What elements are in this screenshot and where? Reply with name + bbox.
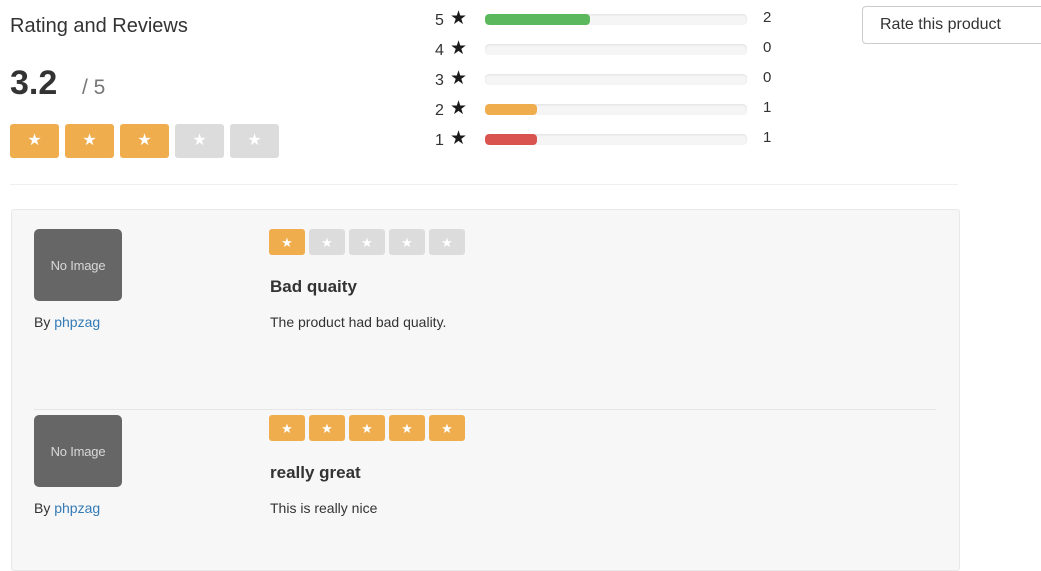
star-icon: ★ — [10, 124, 59, 158]
breakdown-bar-fill — [485, 104, 538, 115]
breakdown-row: 2 ★ 1 — [430, 98, 790, 128]
review-author: By phpzag — [34, 314, 100, 330]
author-link[interactable]: phpzag — [54, 314, 100, 330]
breakdown-row: 1 ★ 1 — [430, 128, 790, 158]
review-stars: ★ ★ ★ ★ ★ — [269, 415, 465, 441]
breakdown-count: 2 — [763, 9, 772, 26]
breakdown-row: 4 ★ 0 — [430, 38, 790, 68]
breakdown-star-label: 2 — [435, 102, 444, 119]
breakdown-bar-track — [485, 104, 747, 115]
breakdown-count: 1 — [763, 129, 772, 146]
breakdown-row: 3 ★ 0 — [430, 68, 790, 98]
avatar: No Image — [34, 229, 122, 301]
author-link[interactable]: phpzag — [54, 500, 100, 516]
breakdown-bar-fill — [485, 134, 538, 145]
section-title: Rating and Reviews — [10, 15, 188, 37]
star-icon: ★ — [450, 128, 468, 149]
review-text: This is really nice — [270, 500, 378, 516]
reviews-list: No Image By phpzag ★ ★ ★ ★ ★ Bad quaity The prod… — [11, 209, 960, 571]
star-icon: ★ — [309, 415, 345, 441]
breakdown-bar-track — [485, 134, 747, 145]
star-icon: ★ — [175, 124, 224, 158]
star-icon: ★ — [349, 415, 385, 441]
breakdown-star-label: 1 — [435, 132, 444, 149]
star-icon: ★ — [429, 415, 465, 441]
breakdown-star-label: 3 — [435, 72, 444, 89]
average-stars: ★ ★ ★ ★ ★ — [10, 124, 279, 158]
breakdown-count: 0 — [763, 69, 772, 86]
review-divider — [34, 409, 936, 410]
by-label: By — [34, 500, 51, 516]
star-icon: ★ — [429, 229, 465, 255]
star-icon: ★ — [450, 38, 468, 59]
avatar: No Image — [34, 415, 122, 487]
review-stars: ★ ★ ★ ★ ★ — [269, 229, 465, 255]
rating-breakdown: 5 ★ 2 4 ★ 0 3 ★ 0 2 ★ 1 1 ★ 1 — [430, 8, 790, 158]
star-icon: ★ — [65, 124, 114, 158]
breakdown-star-label: 4 — [435, 42, 444, 59]
by-label: By — [34, 314, 51, 330]
star-icon: ★ — [349, 229, 385, 255]
breakdown-bar-track — [485, 14, 747, 25]
breakdown-bar-fill — [485, 14, 590, 25]
star-icon: ★ — [389, 229, 425, 255]
star-icon: ★ — [120, 124, 169, 158]
breakdown-count: 1 — [763, 99, 772, 116]
star-icon: ★ — [269, 415, 305, 441]
review-title: Bad quaity — [270, 277, 357, 296]
star-icon: ★ — [450, 98, 468, 119]
breakdown-count: 0 — [763, 39, 772, 56]
star-icon: ★ — [389, 415, 425, 441]
review-text: The product had bad quality. — [270, 314, 447, 330]
breakdown-bar-track — [485, 74, 747, 85]
star-icon: ★ — [450, 8, 468, 29]
rating-max: / 5 — [82, 76, 106, 99]
average-rating: 3.2 — [10, 64, 58, 102]
star-icon: ★ — [230, 124, 279, 158]
star-icon: ★ — [309, 229, 345, 255]
review-author: By phpzag — [34, 500, 100, 516]
star-icon: ★ — [269, 229, 305, 255]
rate-product-button[interactable]: Rate this product — [862, 6, 1041, 44]
review-title: really great — [270, 463, 361, 482]
breakdown-row: 5 ★ 2 — [430, 8, 790, 38]
breakdown-star-label: 5 — [435, 12, 444, 29]
star-icon: ★ — [450, 68, 468, 89]
breakdown-bar-track — [485, 44, 747, 55]
section-divider — [10, 184, 958, 185]
